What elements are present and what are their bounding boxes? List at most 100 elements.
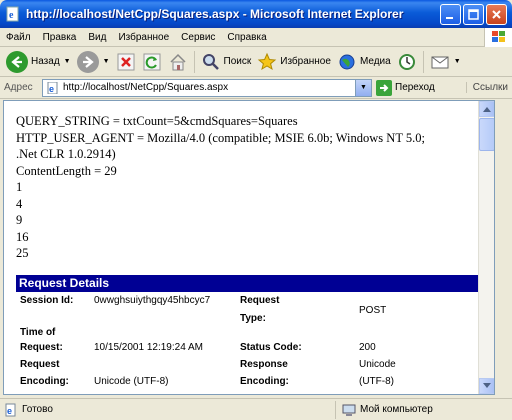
go-arrow-icon: [376, 79, 392, 96]
address-dropdown-icon[interactable]: ▼: [355, 79, 371, 96]
favorites-button[interactable]: Избранное: [257, 52, 331, 72]
menu-file[interactable]: Файл: [0, 32, 37, 43]
menu-bar: Файл Правка Вид Избранное Сервис Справка: [0, 27, 512, 47]
history-icon: [398, 53, 415, 70]
windows-logo-icon: [484, 27, 512, 47]
session-id-value: 0wwghsuiythgqy45hbcyc7: [94, 295, 211, 306]
request-encoding-value: Unicode (UTF-8): [94, 376, 169, 387]
session-id-label: Session Id:: [20, 295, 74, 306]
svg-text:e: e: [49, 84, 54, 94]
status-code-value: 200: [359, 342, 376, 353]
output-line: HTTP_USER_AGENT = Mozilla/4.0 (compatibl…: [16, 130, 425, 145]
output-lines: QUERY_STRING = txtCount=5&cmdSquares=Squ…: [4, 101, 479, 262]
scroll-up-button[interactable]: [479, 101, 494, 117]
response-encoding-label: Encoding:: [240, 376, 289, 387]
refresh-button[interactable]: [142, 52, 162, 72]
stop-button[interactable]: [116, 52, 136, 72]
maximize-icon: [468, 8, 479, 20]
menu-help[interactable]: Справка: [221, 32, 272, 43]
scroll-down-icon: [483, 383, 491, 388]
links-button[interactable]: Ссылки: [465, 82, 508, 93]
toolbar-separator: [193, 50, 195, 73]
document: QUERY_STRING = txtCount=5&cmdSquares=Squ…: [4, 101, 479, 394]
mail-icon: [431, 56, 449, 68]
history-button[interactable]: [397, 52, 417, 72]
back-button[interactable]: Назад ▼: [6, 50, 71, 73]
close-button[interactable]: [486, 3, 507, 25]
my-computer-icon: [342, 404, 356, 416]
output-line: 25: [16, 246, 29, 260]
output-line: 9: [16, 213, 23, 227]
output-line: 4: [16, 196, 23, 211]
back-dropdown-icon[interactable]: ▼: [64, 58, 71, 65]
favorites-label: Избранное: [280, 56, 331, 67]
status-ready: e Готово: [4, 403, 53, 417]
media-label: Медиа: [359, 56, 391, 67]
minimize-button[interactable]: [440, 3, 461, 25]
output-line: .Net CLR 1.0.2914): [16, 147, 116, 161]
page-done-icon: e: [5, 403, 16, 416]
go-label: Переход: [395, 82, 435, 93]
scroll-thumb[interactable]: [479, 118, 494, 151]
close-icon: [492, 9, 501, 19]
search-icon: [202, 53, 219, 70]
title-bar[interactable]: e http://localhost/NetCpp/Squares.aspx -…: [0, 0, 512, 28]
status-code-label: Status Code:: [240, 342, 302, 353]
scroll-down-button[interactable]: [479, 378, 494, 394]
stop-icon: [117, 53, 135, 70]
toolbar-separator: [422, 50, 424, 73]
status-zone: Мой компьютер: [335, 400, 433, 419]
time-of-request-value: 10/15/2001 12:19:24 AM: [94, 342, 203, 353]
menu-tools[interactable]: Сервис: [175, 32, 221, 43]
address-url: http://localhost/NetCpp/Squares.aspx: [63, 82, 229, 93]
request-encoding-label: Request: [20, 359, 60, 370]
address-bar: Адрес e http://localhost/NetCpp/Squares.…: [0, 77, 512, 99]
window-title: http://localhost/NetCpp/Squares.aspx - M…: [26, 7, 404, 21]
media-button[interactable]: Медиа: [337, 52, 391, 72]
request-type-label: Type:: [240, 313, 266, 324]
time-of-request-label: Time of: [20, 327, 56, 338]
refresh-icon: [143, 53, 161, 70]
response-encoding-label: Response: [240, 359, 288, 370]
page-icon: e: [47, 81, 58, 94]
request-encoding-label: Encoding:: [20, 376, 69, 387]
address-label: Адрес: [4, 82, 33, 93]
minimize-icon: [446, 16, 453, 19]
search-button[interactable]: Поиск: [201, 52, 252, 72]
vertical-scrollbar[interactable]: [478, 101, 494, 394]
address-input[interactable]: e http://localhost/NetCpp/Squares.aspx ▼: [42, 78, 372, 97]
response-encoding-value: (UTF-8): [359, 376, 394, 387]
search-label: Поиск: [223, 56, 252, 67]
response-encoding-value: Unicode: [359, 359, 396, 370]
zone-text: Мой компьютер: [360, 404, 433, 415]
status-text: Готово: [22, 404, 53, 415]
time-of-request-label: Request:: [20, 342, 63, 353]
request-type-label: Request: [240, 295, 280, 306]
forward-arrow-icon: [76, 50, 99, 73]
menu-view[interactable]: Вид: [82, 32, 112, 43]
menu-edit[interactable]: Правка: [37, 32, 83, 43]
output-line: ContentLength = 29: [16, 163, 117, 178]
request-type-value: POST: [359, 305, 387, 316]
go-button[interactable]: Переход: [376, 79, 435, 96]
media-globe-icon: [339, 54, 355, 69]
svg-text:e: e: [7, 406, 12, 416]
mail-button[interactable]: ▼: [430, 52, 461, 72]
maximize-button[interactable]: [463, 3, 484, 25]
output-line: QUERY_STRING = txtCount=5&cmdSquares=Squ…: [16, 114, 298, 128]
forward-dropdown-icon[interactable]: ▼: [103, 58, 110, 65]
status-bar: e Готово Мой компьютер: [0, 398, 512, 420]
output-line: 16: [16, 229, 29, 244]
toolbar: Назад ▼ ▼ Поиск Избранное Медиа ▼: [0, 47, 512, 77]
forward-button[interactable]: ▼: [76, 50, 110, 73]
mail-dropdown-icon[interactable]: ▼: [454, 58, 461, 65]
home-button[interactable]: [168, 52, 188, 72]
menu-favorites[interactable]: Избранное: [112, 32, 175, 43]
output-line: 1: [16, 180, 23, 194]
ie-page-icon: e: [6, 6, 19, 22]
request-details-heading: Request Details: [16, 275, 479, 292]
page-viewport: QUERY_STRING = txtCount=5&cmdSquares=Squ…: [3, 100, 495, 395]
scroll-up-icon: [483, 107, 491, 112]
home-icon: [170, 53, 186, 70]
star-icon: [258, 52, 277, 70]
